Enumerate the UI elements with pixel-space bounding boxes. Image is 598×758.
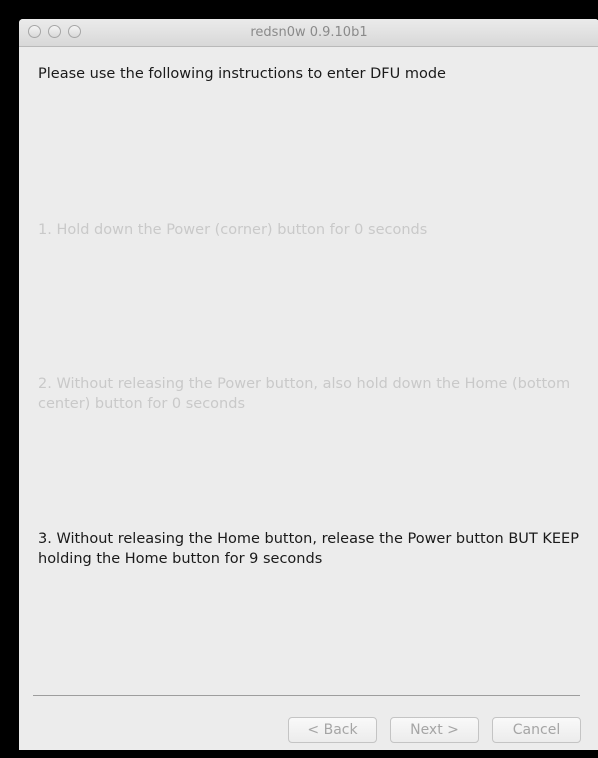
cancel-button[interactable]: Cancel <box>492 717 581 743</box>
instructions-heading: Please use the following instructions to… <box>38 66 446 82</box>
title-bar[interactable]: redsn0w 0.9.10b1 <box>19 19 598 47</box>
window-title: redsn0w 0.9.10b1 <box>250 25 368 40</box>
footer-divider <box>33 695 580 696</box>
app-window: redsn0w 0.9.10b1 Please use the followin… <box>19 19 598 750</box>
back-button[interactable]: < Back <box>288 717 377 743</box>
instructions-panel: Please use the following instructions to… <box>19 47 598 750</box>
step-2-instruction: 2. Without releasing the Power button, a… <box>38 376 571 412</box>
step-1-instruction: 1. Hold down the Power (corner) button f… <box>38 222 428 238</box>
step-3-instruction: 3. Without releasing the Home button, re… <box>38 531 579 567</box>
next-button[interactable]: Next > <box>390 717 479 743</box>
